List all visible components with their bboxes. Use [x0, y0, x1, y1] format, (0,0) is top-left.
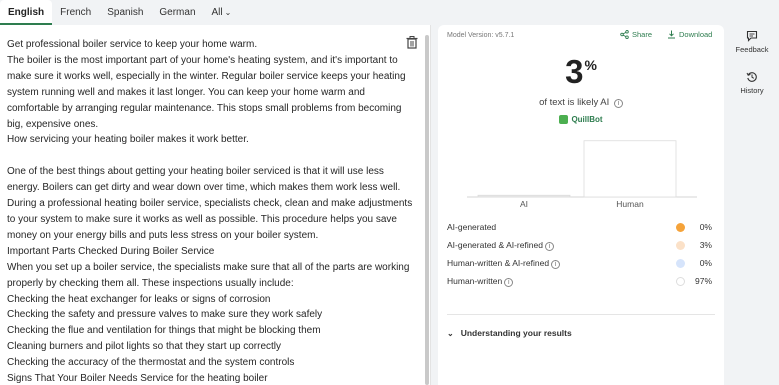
quillbot-logo-icon: [559, 115, 569, 124]
download-label: Download: [679, 30, 713, 39]
tab-spanish[interactable]: Spanish: [99, 0, 151, 25]
legend-label: AI-generated: [447, 222, 496, 232]
editor-line: Important Parts Checked During Boiler Se…: [7, 245, 215, 257]
editor-line: The boiler is the most important part of…: [7, 54, 398, 66]
chart-category-label: AI: [520, 199, 528, 209]
chart-bar: [477, 194, 571, 198]
likely-ai-caption: of text is likely AI i: [438, 97, 724, 108]
editor-line: Checking the heat exchanger for leaks or…: [7, 293, 271, 305]
tab-french[interactable]: French: [52, 0, 99, 25]
editor-line: During a professional heating boiler ser…: [7, 198, 413, 210]
results-panel: Model Version: v5.7.1 Share Download 3% …: [438, 25, 724, 385]
editor-line: One of the best things about getting you…: [7, 166, 384, 178]
info-icon[interactable]: i: [504, 278, 514, 287]
language-tabs: English French Spanish German All ⌄: [0, 0, 433, 25]
editor-scrollbar[interactable]: [425, 35, 429, 385]
ai-percentage-value: 3: [565, 53, 584, 90]
divider: [447, 314, 715, 315]
download-icon: [668, 30, 675, 39]
understanding-label: Understanding your results: [460, 328, 572, 338]
editor-line: make sure it works well, especially in t…: [7, 70, 406, 82]
model-version: Model Version: v5.7.1: [447, 32, 515, 39]
chevron-down-icon: ⌄: [447, 328, 454, 338]
text-editor[interactable]: Get professional boiler service to keep …: [0, 25, 431, 385]
tab-german[interactable]: German: [151, 0, 203, 25]
legend-value: 0%: [699, 258, 712, 268]
legend-value: 97%: [694, 276, 712, 286]
editor-line: When you set up a boiler service, the sp…: [7, 261, 410, 273]
likely-ai-text: of text is likely AI: [539, 97, 610, 108]
feedback-button[interactable]: Feedback: [731, 30, 773, 54]
editor-line: big, expensive ones.: [7, 118, 99, 130]
ai-percentage: 3%: [438, 53, 724, 91]
tab-english[interactable]: English: [0, 0, 53, 25]
editor-line: money on your energy bills and puts less…: [7, 229, 319, 241]
legend-value: 3%: [699, 240, 712, 250]
trash-icon[interactable]: [406, 36, 418, 49]
chart-svg: AI Human: [467, 140, 697, 209]
editor-line: system running well and makes it last lo…: [7, 86, 365, 98]
editor-line: [7, 148, 407, 164]
history-button[interactable]: History: [731, 71, 773, 95]
legend-label-text: AI-generated: [447, 222, 497, 232]
editor-line: Checking the accuracy of the thermostat …: [7, 357, 295, 369]
history-icon: [746, 72, 757, 82]
editor-line: energy. Boilers can get dirty and wear d…: [7, 182, 401, 194]
legend-color-dot: [676, 259, 685, 268]
legend-color-dot: [676, 223, 685, 232]
chart-bar: [583, 140, 677, 198]
legend-label-text: Human-written: [447, 276, 503, 286]
info-icon[interactable]: i: [613, 99, 623, 108]
editor-line: to your system to make sure it works as …: [7, 213, 397, 225]
legend-color-dot: [676, 277, 685, 286]
feedback-label: Feedback: [735, 45, 769, 54]
chevron-down-icon: ⌄: [224, 8, 232, 17]
editor-text[interactable]: Get professional boiler service to keep …: [7, 37, 413, 385]
legend-label-text: AI-generated & AI-refined: [447, 240, 543, 250]
history-label: History: [740, 86, 764, 95]
share-icon: [620, 30, 629, 39]
quillbot-brand: QuillBot: [438, 115, 724, 124]
legend-row: Human-written & AI-refined i 0%: [447, 258, 712, 270]
editor-line: Checking the safety and pressure valves …: [7, 309, 323, 321]
tab-all[interactable]: All ⌄: [204, 0, 240, 25]
legend-label: AI-generated & AI-refined i: [447, 240, 554, 251]
editor-line: Cleaning burners and pilot lights so tha…: [7, 341, 282, 353]
legend-value: 0%: [699, 222, 712, 232]
info-icon[interactable]: i: [551, 260, 561, 269]
legend-color-dot: [676, 241, 685, 250]
editor-line: Checking the flue and ventilation for th…: [7, 325, 321, 337]
info-icon[interactable]: i: [544, 242, 554, 251]
chart-category-label: Human: [616, 199, 644, 209]
brand-name: QuillBot: [571, 115, 603, 124]
legend-row: Human-written i 97%: [447, 276, 712, 288]
editor-line: How servicing your heating boiler makes …: [7, 134, 249, 146]
editor-line: properly by checking them all. These ins…: [7, 277, 294, 289]
tab-all-label: All: [211, 7, 223, 18]
legend-row: AI-generated & AI-refined i 3%: [447, 240, 712, 252]
legend-label: Human-written & AI-refined i: [447, 258, 561, 269]
share-label: Share: [632, 30, 653, 39]
ai-human-chart: AI Human: [447, 131, 715, 211]
share-button[interactable]: Share: [620, 30, 652, 39]
understanding-results-toggle[interactable]: ⌄ Understanding your results: [447, 328, 572, 338]
percent-sign: %: [584, 57, 597, 73]
editor-line: Signs That Your Boiler Needs Service for…: [7, 373, 268, 385]
editor-line: comfortable by arranging regular mainten…: [7, 102, 402, 114]
editor-line: Get professional boiler service to keep …: [7, 39, 258, 50]
legend-label-text: Human-written & AI-refined: [447, 258, 550, 268]
feedback-icon: [746, 30, 758, 42]
download-button[interactable]: Download: [667, 30, 712, 39]
legend-row: AI-generated 0%: [447, 222, 712, 234]
legend-label: Human-written i: [447, 276, 514, 287]
